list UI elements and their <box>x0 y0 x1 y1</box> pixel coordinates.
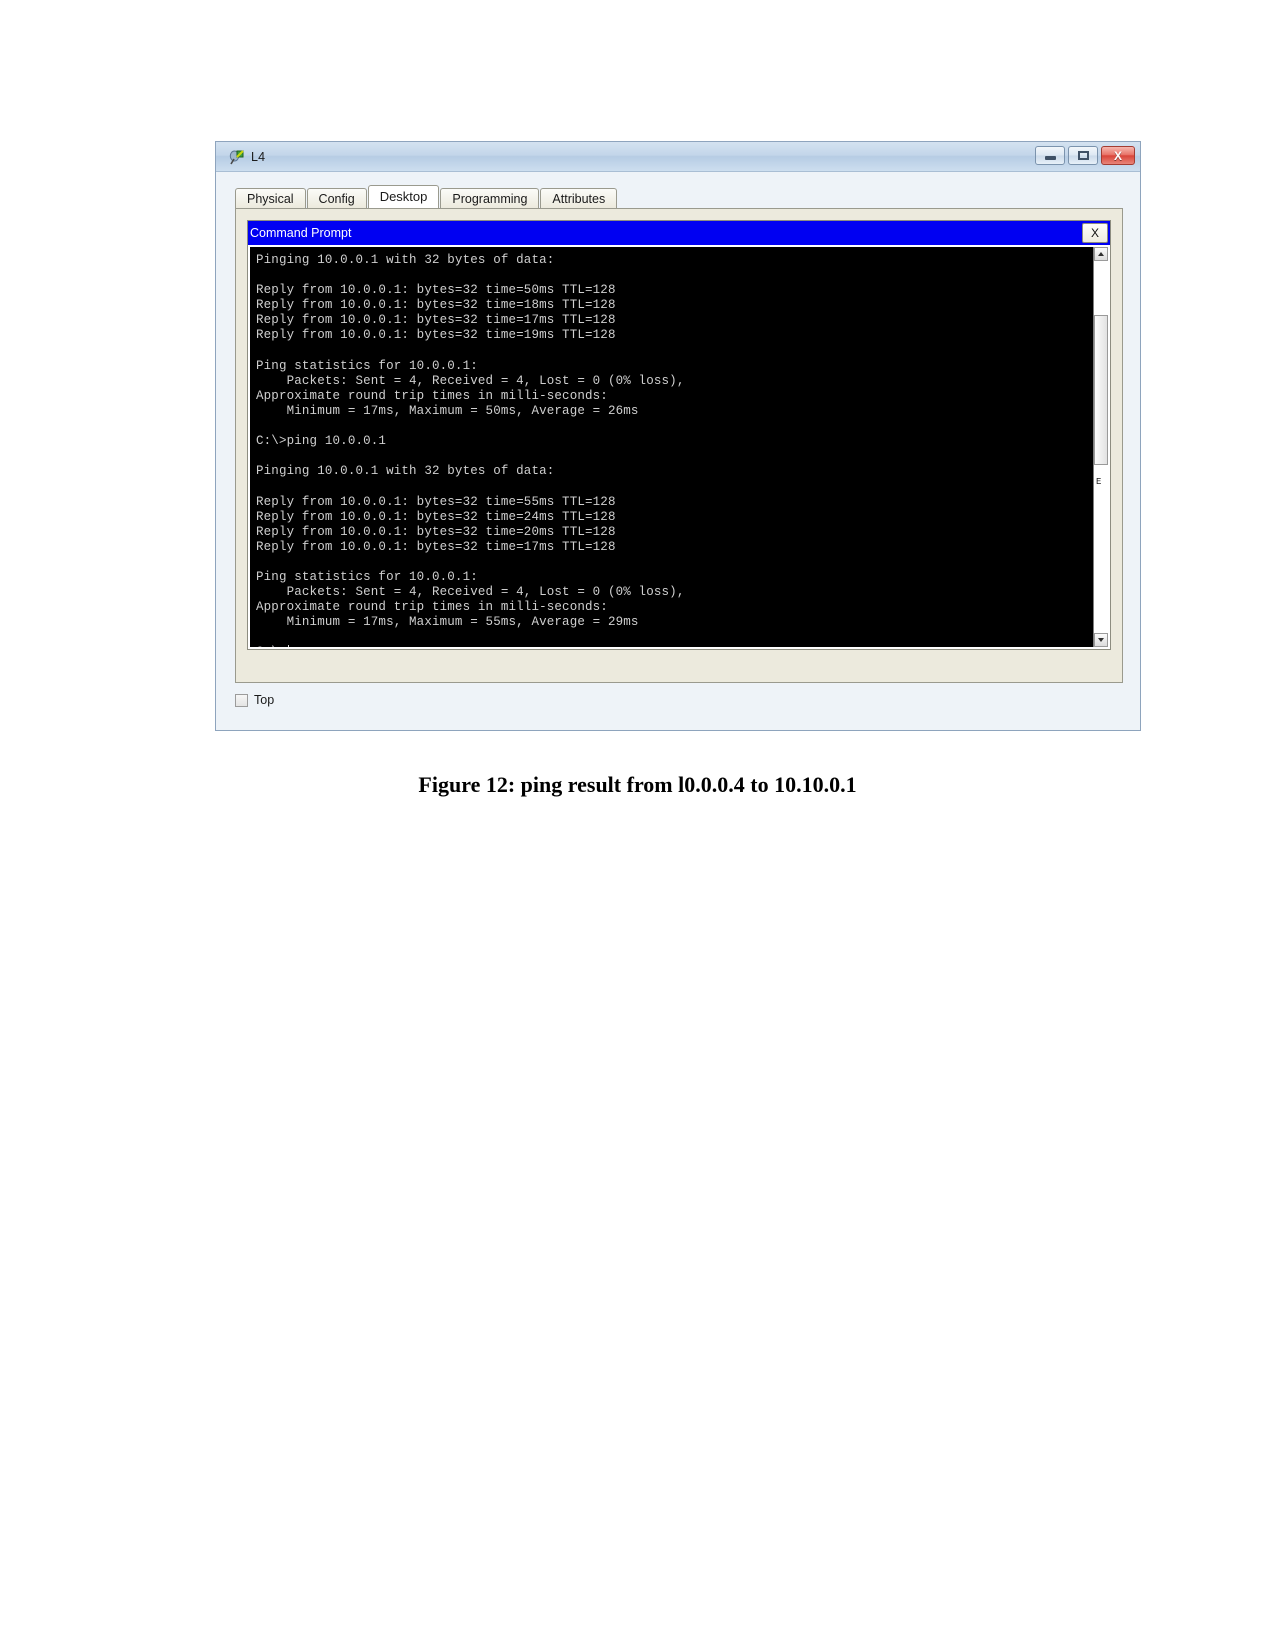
tab-physical[interactable]: Physical <box>235 188 306 208</box>
maximize-button[interactable] <box>1068 146 1098 165</box>
tab-desktop[interactable]: Desktop <box>367 185 440 208</box>
terminal-line: Reply from 10.0.0.1: bytes=32 time=17ms … <box>256 539 616 554</box>
terminal-line: Minimum = 17ms, Maximum = 55ms, Average … <box>256 615 639 630</box>
device-window: L4 X Physical Config Desktop Programming… <box>215 141 1141 731</box>
tab-strip: Physical Config Desktop Programming Attr… <box>235 185 1140 208</box>
terminal-line: Reply from 10.0.0.1: bytes=32 time=20ms … <box>256 524 616 539</box>
terminal-line: Pinging 10.0.0.1 with 32 bytes of data: <box>256 464 555 479</box>
terminal-line: Approximate round trip times in milli-se… <box>256 600 608 615</box>
scrollbar-marker: E <box>1096 477 1102 487</box>
terminal-line: C:\> <box>256 645 1093 647</box>
minimize-button[interactable] <box>1035 146 1065 165</box>
terminal-line: Reply from 10.0.0.1: bytes=32 time=17ms … <box>256 313 616 328</box>
scrollbar-thumb[interactable] <box>1094 315 1108 465</box>
close-icon: X <box>1113 148 1122 163</box>
close-icon: X <box>1090 226 1099 240</box>
top-checkbox-label: Top <box>254 693 275 707</box>
figure-caption: Figure 12: ping result from l0.0.0.4 to … <box>418 772 857 797</box>
maximize-icon <box>1077 151 1089 160</box>
command-prompt-window: Command Prompt X Pinging 10.0.0.1 with 3… <box>247 220 1111 650</box>
top-checkbox[interactable] <box>235 693 248 707</box>
terminal-line: Ping statistics for 10.0.0.1: <box>256 569 478 584</box>
terminal-line: Reply from 10.0.0.1: bytes=32 time=55ms … <box>256 494 616 509</box>
terminal-line: Reply from 10.0.0.1: bytes=32 time=24ms … <box>256 509 616 524</box>
tab-attributes[interactable]: Attributes <box>540 188 618 208</box>
top-checkbox-row[interactable]: Top <box>235 693 274 707</box>
terminal-line: Packets: Sent = 4, Received = 4, Lost = … <box>256 585 685 600</box>
terminal-line: Reply from 10.0.0.1: bytes=32 time=18ms … <box>256 298 616 313</box>
terminal-line: Reply from 10.0.0.1: bytes=32 time=50ms … <box>256 283 616 298</box>
terminal-line: Ping statistics for 10.0.0.1: <box>256 358 478 373</box>
terminal-line: Packets: Sent = 4, Received = 4, Lost = … <box>256 373 685 388</box>
chevron-down-icon <box>1098 638 1104 642</box>
chevron-up-icon <box>1098 252 1104 256</box>
terminal-scrollbar[interactable]: E <box>1093 247 1108 647</box>
window-title: L4 <box>251 149 266 164</box>
terminal-line: Pinging 10.0.0.1 with 32 bytes of data: <box>256 253 555 267</box>
scroll-down-button[interactable] <box>1094 633 1108 647</box>
window-controls: X <box>1035 146 1135 165</box>
tab-programming[interactable]: Programming <box>440 188 540 208</box>
command-prompt-title: Command Prompt <box>250 226 352 240</box>
terminal-line: Reply from 10.0.0.1: bytes=32 time=19ms … <box>256 328 616 343</box>
text-cursor <box>287 645 289 647</box>
device-icon <box>228 148 246 166</box>
terminal-area: Pinging 10.0.0.1 with 32 bytes of data: … <box>250 247 1108 647</box>
command-prompt-titlebar[interactable]: Command Prompt X <box>248 221 1110 245</box>
terminal-line: Minimum = 17ms, Maximum = 50ms, Average … <box>256 403 639 418</box>
window-titlebar[interactable]: L4 X <box>216 142 1140 172</box>
tab-config[interactable]: Config <box>306 188 367 208</box>
desktop-panel: Command Prompt X Pinging 10.0.0.1 with 3… <box>235 208 1123 683</box>
scroll-up-button[interactable] <box>1094 247 1108 261</box>
minimize-icon <box>1044 156 1056 160</box>
terminal-output[interactable]: Pinging 10.0.0.1 with 32 bytes of data: … <box>250 247 1093 647</box>
command-prompt-close-button[interactable]: X <box>1082 223 1108 243</box>
terminal-line: C:\>ping 10.0.0.1 <box>256 434 387 449</box>
close-button[interactable]: X <box>1101 146 1135 165</box>
scrollbar-track[interactable]: E <box>1094 261 1108 633</box>
terminal-line: Approximate round trip times in milli-se… <box>256 388 608 403</box>
